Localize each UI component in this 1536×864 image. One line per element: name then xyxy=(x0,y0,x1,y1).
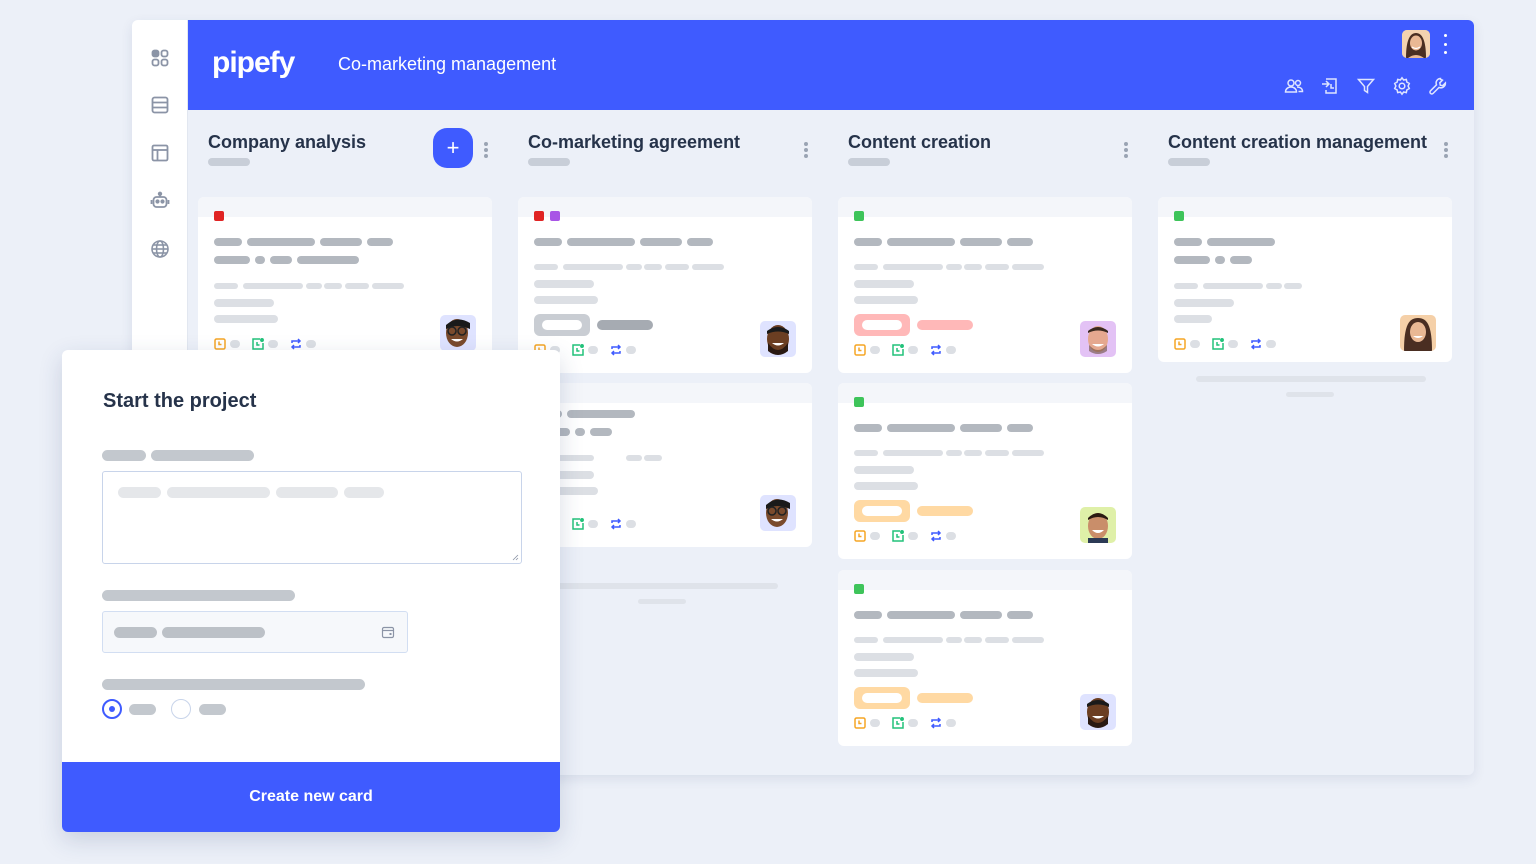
apps-grid-icon[interactable] xyxy=(149,47,171,69)
card[interactable] xyxy=(198,197,492,367)
user-avatar[interactable] xyxy=(1402,30,1430,58)
card-badges xyxy=(854,717,968,729)
label-tag xyxy=(534,211,544,221)
label-chip xyxy=(854,500,910,522)
resize-handle-icon[interactable] xyxy=(511,553,519,561)
assignee-avatar[interactable] xyxy=(1080,507,1116,543)
due-date-icon xyxy=(854,344,866,356)
members-icon[interactable] xyxy=(1284,76,1304,96)
card-badges xyxy=(854,530,968,542)
phase-time-icon xyxy=(572,344,584,356)
phase-count xyxy=(528,158,570,166)
radio-option-1[interactable] xyxy=(102,699,122,719)
card[interactable] xyxy=(838,383,1132,559)
import-icon[interactable] xyxy=(1320,76,1340,96)
assignee-avatar[interactable] xyxy=(760,495,796,531)
robot-icon[interactable] xyxy=(149,190,171,212)
layout-icon[interactable] xyxy=(149,142,171,164)
assignee-avatar[interactable] xyxy=(1080,694,1116,730)
start-form-modal: Start the project Create new card xyxy=(62,350,560,832)
card-badges xyxy=(854,344,968,356)
create-new-card-button[interactable]: Create new card xyxy=(62,762,560,832)
header-toolbar xyxy=(1284,76,1448,96)
more-options-icon[interactable] xyxy=(1442,34,1448,54)
assignee-avatar[interactable] xyxy=(1400,315,1436,351)
phase-count xyxy=(1168,158,1210,166)
label-tag xyxy=(550,211,560,221)
phase-more-icon[interactable] xyxy=(804,142,808,158)
phase-more-icon[interactable] xyxy=(1124,142,1128,158)
due-date-icon xyxy=(854,717,866,729)
database-icon[interactable] xyxy=(149,94,171,116)
field-label xyxy=(102,590,295,601)
assignee-avatar[interactable] xyxy=(760,321,796,357)
card[interactable] xyxy=(838,570,1132,746)
phase-more-icon[interactable] xyxy=(484,142,488,158)
label-tag xyxy=(854,584,864,594)
assignee-avatar[interactable] xyxy=(440,315,476,351)
card[interactable] xyxy=(1158,197,1452,362)
phase-title: Content creation xyxy=(848,132,992,152)
label-chip xyxy=(854,314,910,336)
load-more-placeholder xyxy=(548,583,778,589)
date-field[interactable] xyxy=(102,611,408,653)
card[interactable] xyxy=(518,197,812,373)
filter-icon[interactable] xyxy=(1356,76,1376,96)
label-chip xyxy=(534,314,590,336)
label-tag xyxy=(214,211,224,221)
card[interactable] xyxy=(838,197,1132,373)
recurrence-icon xyxy=(930,717,942,729)
due-date-icon xyxy=(1174,338,1186,350)
phase-time-icon xyxy=(892,344,904,356)
settings-gear-icon[interactable] xyxy=(1392,76,1412,96)
card[interactable] xyxy=(518,383,812,547)
phase-title: Co-marketing agreement xyxy=(528,132,741,152)
phase-time-icon xyxy=(892,530,904,542)
label-tag xyxy=(854,397,864,407)
pipe-title: Co-marketing management xyxy=(338,54,557,74)
pipe-header: pipefy Co-marketing management xyxy=(188,20,1474,110)
phase-more-icon[interactable] xyxy=(1444,142,1448,158)
load-more-placeholder xyxy=(1196,376,1426,382)
wrench-icon[interactable] xyxy=(1428,76,1448,96)
recurrence-icon xyxy=(610,518,622,530)
recurrence-icon xyxy=(290,338,302,350)
due-date-icon xyxy=(854,530,866,542)
label-chip xyxy=(854,687,910,709)
phase-time-icon xyxy=(252,338,264,350)
phase-time-icon xyxy=(892,717,904,729)
field-label xyxy=(102,679,365,690)
phase-count xyxy=(848,158,890,166)
label-tag xyxy=(854,211,864,221)
phase-title: Content creation management xyxy=(1168,132,1428,152)
card-badges xyxy=(1174,338,1288,350)
pipefy-logo[interactable]: pipefy xyxy=(212,46,295,80)
phase-time-icon xyxy=(572,518,584,530)
label-tag xyxy=(1174,211,1184,221)
recurrence-icon xyxy=(930,530,942,542)
recurrence-icon xyxy=(610,344,622,356)
add-card-button[interactable]: + xyxy=(433,128,473,168)
phase-time-icon xyxy=(1212,338,1224,350)
field-label xyxy=(102,450,146,461)
due-date-icon xyxy=(214,338,226,350)
card-badges xyxy=(214,338,328,350)
radio-option-2[interactable] xyxy=(171,699,191,719)
recurrence-icon xyxy=(1250,338,1262,350)
modal-title: Start the project xyxy=(103,390,257,412)
assignee-avatar[interactable] xyxy=(1080,321,1116,357)
globe-icon[interactable] xyxy=(149,238,171,260)
phase-count xyxy=(208,158,250,166)
phase-title: Company analysis xyxy=(208,132,367,152)
description-textarea[interactable] xyxy=(102,471,522,564)
recurrence-icon xyxy=(930,344,942,356)
calendar-icon[interactable] xyxy=(381,625,395,639)
